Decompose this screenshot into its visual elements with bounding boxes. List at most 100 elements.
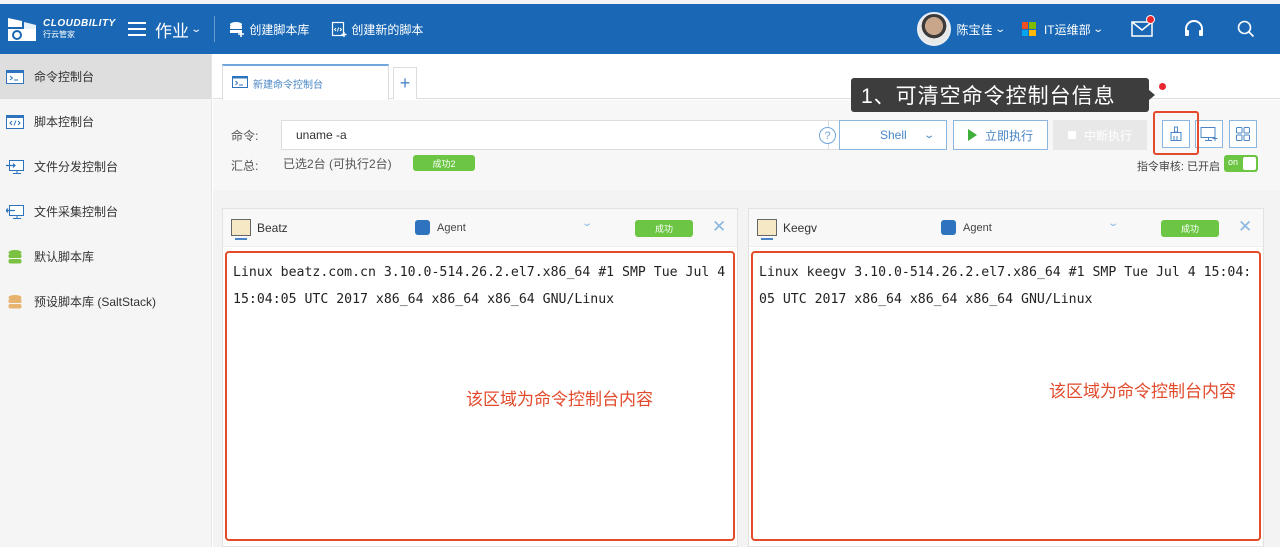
logo-text-en: CLOUDBILITY [43,18,116,29]
linux-host-icon [231,219,251,240]
chevron-down-icon[interactable]: ⌄ [1107,218,1119,229]
host-panel: Beatz Agent ⌄ 成功 ✕ Linux beatz.com.cn 3.… [222,208,738,547]
run-now-button[interactable]: 立即执行 [953,120,1048,150]
sidebar-item-command-console[interactable]: 命令控制台 [0,54,211,99]
console-area-note: 该区域为命令控制台内容 [466,390,653,409]
file-collect-icon [6,204,24,219]
file-distribute-icon [6,159,24,174]
host-panel: Keegv Agent ⌄ 成功 ✕ Linux keegv 3.10.0-51… [748,208,1264,547]
chevron-down-icon: ⌄ [993,23,1006,35]
summary-value: 已选2台 (可执行2台) [283,157,392,171]
host-status-badge: 成功 [1161,220,1219,237]
command-audit-toggle[interactable]: on [1224,155,1258,172]
search-button[interactable] [1234,17,1258,41]
close-icon[interactable]: ✕ [712,217,726,237]
search-icon [1237,20,1255,38]
database-green-icon [6,249,24,264]
hamburger-icon [128,22,146,36]
sidebar-item-file-distribute-console[interactable]: 文件分发控制台 [0,144,211,189]
sidebar-item-file-collect-console[interactable]: 文件采集控制台 [0,189,211,234]
support-button[interactable] [1182,17,1206,41]
help-icon: ? [819,127,836,144]
host-panel-header: Beatz Agent ⌄ 成功 ✕ [223,209,737,247]
create-new-script-label: 创建新的脚本 [351,22,424,37]
notification-dot [1146,15,1155,24]
create-new-script-link[interactable]: 创建新的脚本 [331,21,423,38]
agent-label: Agent [437,221,466,234]
clear-button-highlight [1153,111,1199,155]
user-name: 陈宝佳 [956,22,993,37]
create-script-library-label: 创建脚本库 [249,22,310,37]
department-name: IT运维部 [1043,22,1091,37]
cloud-agent-icon [415,220,430,235]
toggle-state: on [1228,157,1239,167]
play-icon [967,129,977,141]
agent-label: Agent [963,221,992,234]
sidebar-item-label: 脚本控制台 [34,115,95,129]
layout-grid-button[interactable] [1229,120,1257,148]
host-panel-header: Keegv Agent ⌄ 成功 ✕ [749,209,1263,247]
host-status-badge: 成功 [635,220,693,237]
menu-label: 作业 [155,21,189,41]
cloudbility-logo-icon [6,15,38,43]
linux-host-icon [757,219,777,240]
terminal-icon [232,75,248,91]
command-input[interactable] [281,120,829,150]
command-label: 命令: [231,129,259,143]
sidebar-item-label: 预设脚本库 (SaltStack) [34,295,157,309]
command-audit-label: 指令审核: 已开启 [1136,161,1220,173]
shell-type-select[interactable]: Shell ⌄ [839,120,947,150]
logo-text-cn: 行云管家 [43,30,75,39]
sidebar-item-script-console[interactable]: 脚本控制台 [0,99,211,144]
sidebar-item-label: 命令控制台 [34,70,95,84]
close-icon[interactable]: ✕ [1238,217,1252,237]
sidebar-item-label: 文件分发控制台 [34,160,119,174]
agent-select[interactable]: Agent [415,220,466,235]
add-host-button[interactable] [1195,120,1223,148]
monitor-add-icon [1200,127,1218,141]
create-script-library-link[interactable]: 创建脚本库 [229,21,309,38]
chevron-down-icon: ⌄ [923,129,935,141]
department-menu[interactable]: IT运维部 ⌄ [1021,21,1104,38]
grid-icon [1236,127,1250,141]
database-add-icon [230,22,245,37]
agent-select[interactable]: Agent [941,220,992,235]
annotation-tooltip: 1、可清空命令控制台信息 [851,78,1155,112]
sidebar-item-label: 文件采集控制台 [34,205,119,219]
terminal-icon [6,69,24,84]
sidebar: 命令控制台 脚本控制台 文件分发控制台 文件采集控制台 默认脚本库 预设脚本库 … [0,54,212,547]
add-tab-button[interactable]: + [393,67,417,99]
stop-execution-button[interactable]: 中断执行 [1053,120,1147,150]
cloud-agent-icon [941,220,956,235]
command-bar: 命令: ? Shell ⌄ 立即执行 中断执行 汇总: 已选2台 (可执行2台)… [213,100,1280,190]
sidebar-item-label: 默认脚本库 [34,250,95,264]
sidebar-item-preset-script-library[interactable]: 预设脚本库 (SaltStack) [0,279,211,324]
host-name: Keegv [783,220,818,235]
tab-new-command-console[interactable]: 新建命令控制台 [222,64,389,100]
user-avatar[interactable] [916,12,951,46]
menu-dropdown[interactable]: 作业 ⌄ [128,17,203,42]
tab-label: 新建命令控制台 [253,79,323,91]
department-logo-icon [1021,22,1036,36]
run-now-label: 立即执行 [984,128,1033,143]
success-count-badge: 成功2 [413,155,475,171]
chevron-down-icon: ⌄ [1091,23,1104,35]
shell-type-value: Shell [880,128,907,142]
code-window-icon [6,114,24,129]
headset-icon [1185,20,1203,36]
stop-execution-label: 中断执行 [1083,128,1132,143]
sidebar-item-default-script-library[interactable]: 默认脚本库 [0,234,211,279]
console-area-note: 该区域为命令控制台内容 [1049,382,1236,401]
stop-icon [1067,131,1076,139]
summary-label: 汇总: [231,159,259,173]
user-menu[interactable]: 陈宝佳 ⌄ [956,21,1006,38]
logo[interactable]: CLOUDBILITY 行云管家 [6,15,116,43]
host-panels: Beatz Agent ⌄ 成功 ✕ Linux beatz.com.cn 3.… [213,190,1280,547]
messages-button[interactable] [1130,15,1155,41]
header-divider [214,16,216,42]
chevron-down-icon: ⌄ [190,23,203,35]
code-file-add-icon [332,21,347,37]
annotation-dot [1159,83,1166,90]
chevron-down-icon[interactable]: ⌄ [581,218,593,229]
top-header: CLOUDBILITY 行云管家 作业 ⌄ 创建脚本库 创建新的脚本 陈宝佳 ⌄… [0,4,1280,54]
